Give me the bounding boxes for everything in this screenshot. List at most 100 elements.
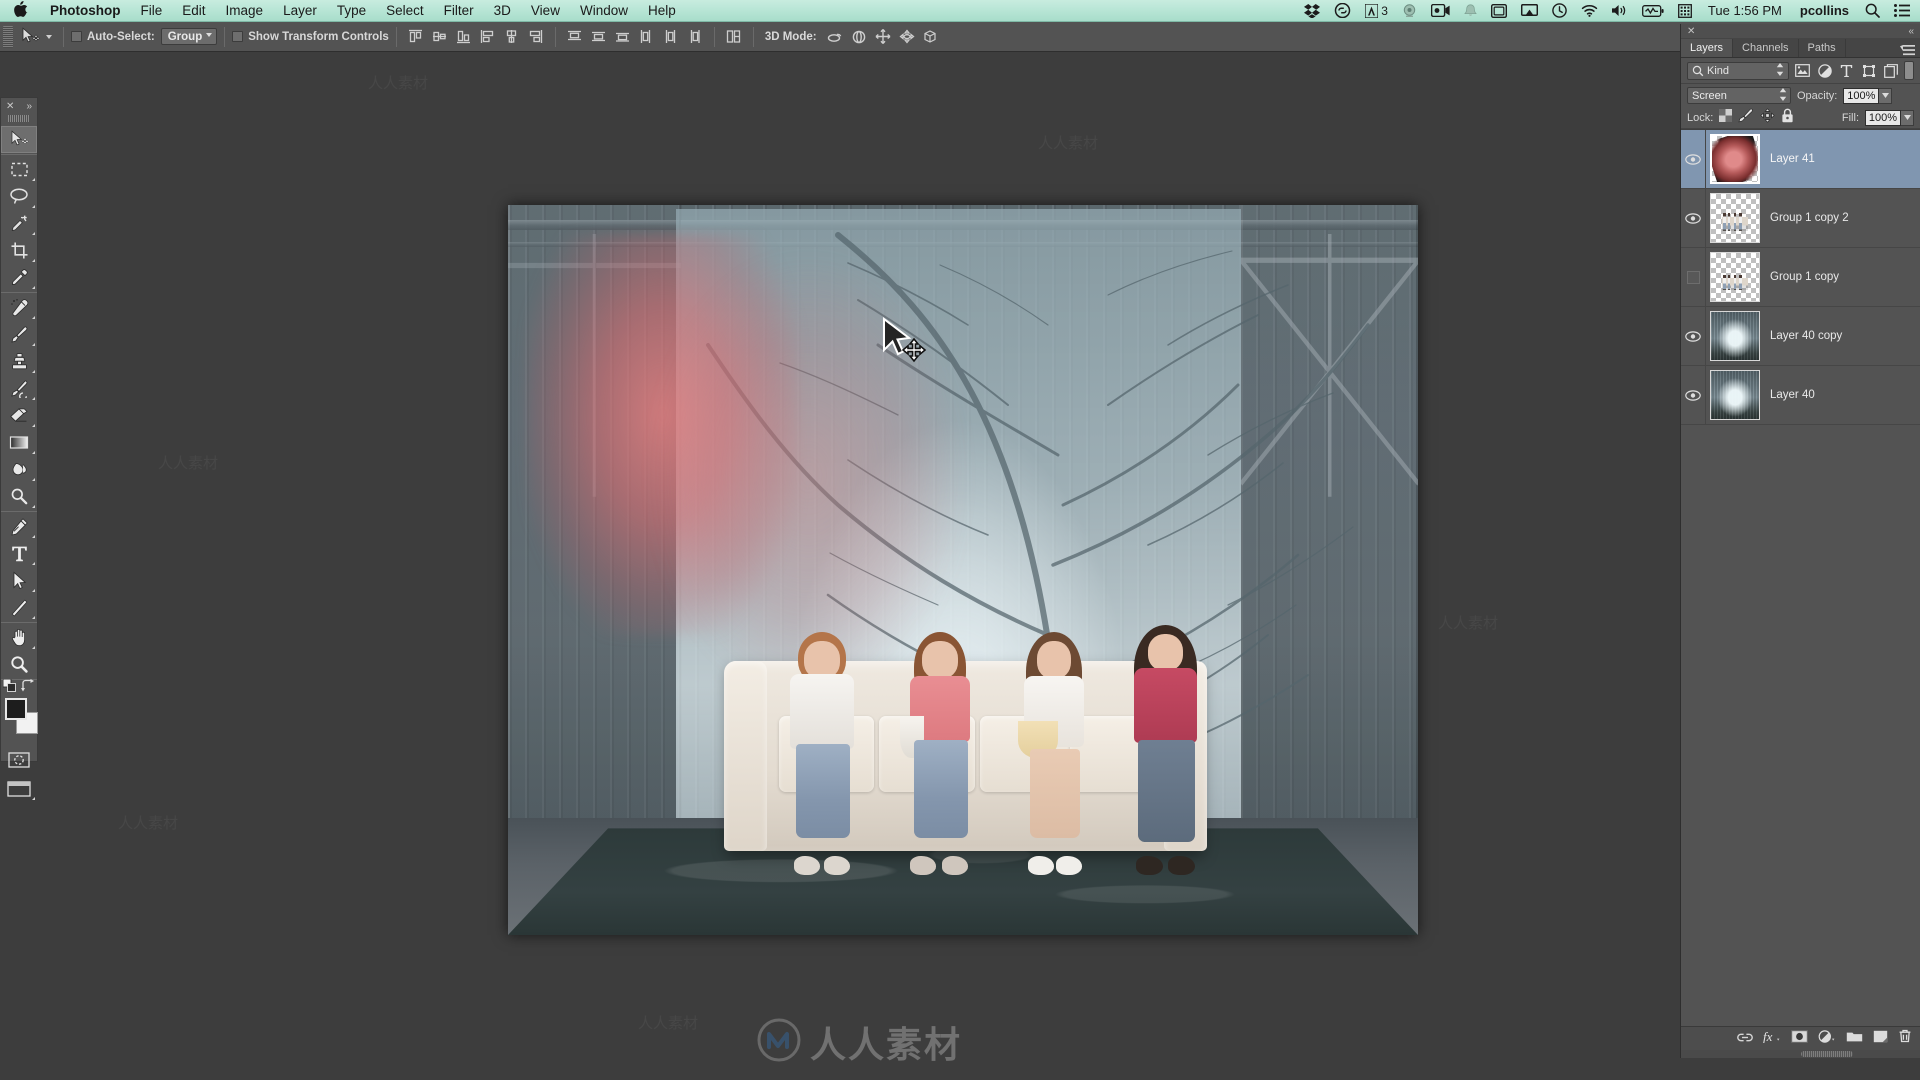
lasso-tool[interactable] <box>1 183 37 210</box>
show-transform-checkbox[interactable] <box>232 31 244 42</box>
layer-thumbnail[interactable] <box>1710 311 1760 361</box>
filter-smart-object-icon[interactable] <box>1882 62 1899 79</box>
layer-visibility-toggle[interactable] <box>1681 366 1706 424</box>
menu-item-filter[interactable]: Filter <box>434 3 484 18</box>
scrollbar-thumb[interactable] <box>1801 1051 1853 1057</box>
menubar-username[interactable]: pcollins <box>1791 3 1858 18</box>
toolbox-grip[interactable] <box>8 115 30 122</box>
close-icon[interactable]: ✕ <box>6 101 14 112</box>
menu-item-edit[interactable]: Edit <box>172 3 215 18</box>
auto-align-layers-icon[interactable] <box>723 26 745 48</box>
zoom-tool[interactable] <box>1 651 37 678</box>
apple-logo-icon[interactable] <box>0 1 40 20</box>
history-brush-tool[interactable] <box>1 375 37 402</box>
menu-item-type[interactable]: Type <box>327 3 376 18</box>
brush-tool[interactable] <box>1 321 37 348</box>
spot-healing-brush-tool[interactable] <box>1 294 37 321</box>
add-layer-style-icon[interactable]: fx <box>1763 1029 1781 1048</box>
layer-visibility-toggle[interactable] <box>1681 248 1706 306</box>
menubar-clock[interactable]: Tue 1:56 PM <box>1699 3 1791 18</box>
distribute-top-edges-icon[interactable] <box>564 26 586 48</box>
horizontal-type-tool[interactable] <box>1 540 37 567</box>
lock-position-icon[interactable] <box>1760 107 1776 128</box>
blend-mode-dropdown[interactable]: Screen <box>1687 87 1791 104</box>
slide-3d-object-icon[interactable] <box>896 26 918 48</box>
foreground-color-swatch[interactable] <box>5 698 27 720</box>
distribute-bottom-edges-icon[interactable] <box>612 26 634 48</box>
layer-name[interactable]: Layer 40 <box>1770 389 1815 401</box>
menu-app-name[interactable]: Photoshop <box>40 3 131 18</box>
layer-name[interactable]: Group 1 copy <box>1770 271 1839 283</box>
new-group-icon[interactable] <box>1846 1030 1863 1048</box>
menu-item-window[interactable]: Window <box>570 3 638 18</box>
table-row[interactable]: Layer 40 <box>1681 366 1920 425</box>
auto-select-checkbox[interactable] <box>71 31 82 42</box>
move-tool-icon[interactable] <box>18 26 42 48</box>
eraser-tool[interactable] <box>1 402 37 429</box>
filter-adjustment-icon[interactable] <box>1816 62 1833 79</box>
layer-name[interactable]: Layer 41 <box>1770 153 1815 165</box>
layers-panel-scrollbar[interactable] <box>1681 1050 1920 1058</box>
rectangular-marquee-tool[interactable] <box>1 156 37 183</box>
dropbox-icon[interactable] <box>1297 0 1327 22</box>
fill-input[interactable]: 100% <box>1865 109 1901 126</box>
volume-icon[interactable] <box>1605 0 1635 22</box>
swap-colors-icon[interactable] <box>21 679 35 697</box>
layer-thumbnail[interactable] <box>1710 370 1760 420</box>
opacity-input[interactable]: 100% <box>1843 87 1880 104</box>
path-selection-tool[interactable] <box>1 567 37 594</box>
align-right-edges-icon[interactable] <box>525 26 547 48</box>
hand-tool[interactable] <box>1 624 37 651</box>
filter-type-icon[interactable] <box>1838 62 1855 79</box>
bell-icon[interactable] <box>1457 0 1484 22</box>
list-icon[interactable] <box>1887 0 1920 22</box>
clone-stamp-tool[interactable] <box>1 348 37 375</box>
layer-visibility-toggle[interactable] <box>1681 130 1706 188</box>
document-workspace[interactable]: 人人素材 人人素材 人人素材 人人素材 人人素材 人人素材 人人素材 <box>38 52 1680 1080</box>
table-row[interactable]: Layer 41 <box>1681 130 1920 189</box>
layer-filter-kind-dropdown[interactable]: Kind <box>1687 61 1789 80</box>
filter-shape-icon[interactable] <box>1860 62 1877 79</box>
menu-item-view[interactable]: View <box>521 3 570 18</box>
menu-item-file[interactable]: File <box>131 3 173 18</box>
fill-stepper[interactable] <box>1901 109 1914 126</box>
link-layers-icon[interactable] <box>1737 1030 1753 1048</box>
filter-pixel-icon[interactable] <box>1794 62 1811 79</box>
distribute-right-edges-icon[interactable] <box>684 26 706 48</box>
rotate-3d-object-icon[interactable] <box>824 26 846 48</box>
quick-mask-mode-icon[interactable] <box>1 746 37 773</box>
keyboard-input-icon[interactable] <box>1671 0 1699 22</box>
dodge-tool[interactable] <box>1 483 37 510</box>
delete-layer-icon[interactable] <box>1898 1029 1912 1048</box>
menu-item-help[interactable]: Help <box>638 3 686 18</box>
align-top-edges-icon[interactable] <box>405 26 427 48</box>
search-icon[interactable] <box>1858 0 1887 22</box>
align-left-edges-icon[interactable] <box>477 26 499 48</box>
close-icon[interactable]: ✕ <box>1687 26 1695 37</box>
screen-record-icon[interactable] <box>1424 0 1457 22</box>
distribute-left-edges-icon[interactable] <box>636 26 658 48</box>
add-layer-mask-icon[interactable] <box>1791 1029 1808 1048</box>
quick-selection-tool[interactable] <box>1 210 37 237</box>
webcam-icon[interactable] <box>1395 0 1424 22</box>
table-row[interactable]: Group 1 copy <box>1681 248 1920 307</box>
align-bottom-edges-icon[interactable] <box>453 26 475 48</box>
blur-tool[interactable] <box>1 456 37 483</box>
filter-enable-toggle[interactable] <box>1904 61 1914 80</box>
image-canvas[interactable] <box>508 205 1418 935</box>
display-icon[interactable] <box>1484 0 1514 22</box>
tab-paths[interactable]: Paths <box>1799 39 1846 57</box>
tab-layers[interactable]: Layers <box>1681 39 1734 57</box>
time-machine-icon[interactable] <box>1545 0 1574 22</box>
battery-icon[interactable] <box>1635 0 1671 22</box>
line-tool[interactable] <box>1 594 37 621</box>
layer-name[interactable]: Layer 40 copy <box>1770 330 1842 342</box>
menu-item-layer[interactable]: Layer <box>273 3 327 18</box>
creative-cloud-icon[interactable] <box>1327 0 1358 22</box>
drag-3d-object-icon[interactable] <box>872 26 894 48</box>
double-chevron-left-icon[interactable]: « <box>1908 26 1914 37</box>
screen-mode-icon[interactable] <box>1 775 37 802</box>
layers-list[interactable]: Layer 41 Group 1 copy 2 Group 1 copy Lay… <box>1681 129 1920 1026</box>
lock-all-icon[interactable] <box>1781 108 1794 128</box>
layer-thumbnail[interactable] <box>1710 134 1760 184</box>
